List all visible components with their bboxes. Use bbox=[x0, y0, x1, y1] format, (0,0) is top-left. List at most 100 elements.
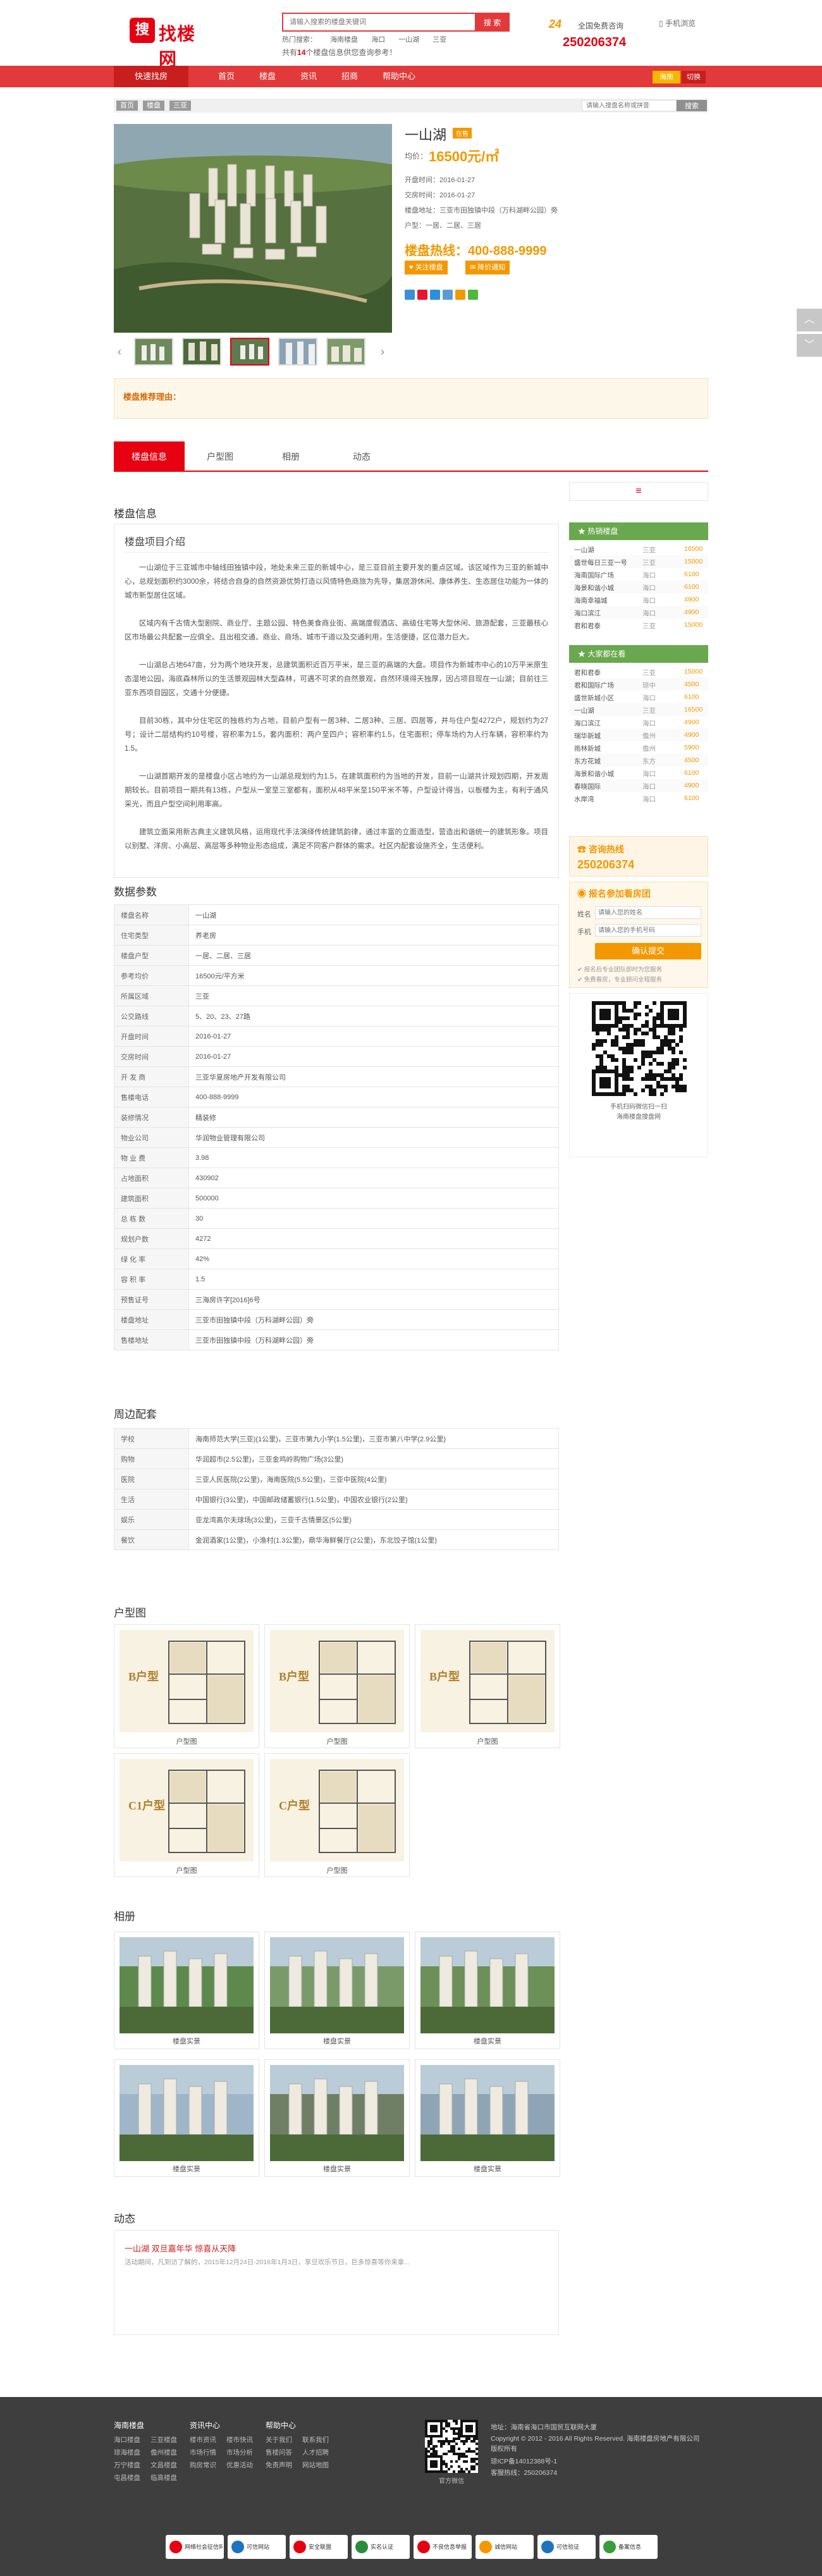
trust-badge[interactable]: 不良信息举报 bbox=[414, 2535, 472, 2559]
side-list-item[interactable]: 海景和谐小城 海口 6100 bbox=[569, 581, 708, 593]
side-list-item[interactable]: 瑞华新城 儋州 4900 bbox=[569, 729, 708, 741]
side-list-item[interactable]: 海口滨江 海口 4900 bbox=[569, 606, 708, 619]
footer-link[interactable]: 优惠活动 bbox=[226, 2460, 253, 2470]
footer-col-head[interactable]: 海南楼盘 bbox=[114, 2420, 144, 2431]
footer-col-head[interactable]: 资讯中心 bbox=[190, 2420, 220, 2431]
footer-link[interactable]: 关于我们 bbox=[266, 2435, 292, 2444]
footer-link[interactable]: 琼海楼盘 bbox=[114, 2448, 140, 2457]
side-list-item[interactable]: 一山湖 三亚 16500 bbox=[569, 703, 708, 716]
thumbnail[interactable] bbox=[326, 338, 365, 366]
thumbnail-selected[interactable] bbox=[230, 338, 269, 366]
trust-badge[interactable]: 网络社会征信网 bbox=[166, 2535, 224, 2559]
footer-link[interactable]: 海口楼盘 bbox=[114, 2435, 140, 2444]
property-search-button[interactable]: 搜索 bbox=[677, 100, 707, 111]
side-list-item[interactable]: 盛世新城小区 海口 6100 bbox=[569, 691, 708, 703]
album-card[interactable]: 楼盘实景 bbox=[264, 2059, 410, 2177]
hot-term[interactable]: 海口 bbox=[371, 36, 385, 44]
share-tencent-icon[interactable] bbox=[430, 290, 440, 300]
footer-link[interactable]: 网站地图 bbox=[302, 2460, 329, 2470]
floorplan-card[interactable]: B户型 户型图 bbox=[114, 1624, 259, 1748]
chevron-right-icon[interactable]: › bbox=[381, 345, 384, 359]
trust-badge[interactable]: 诚信网站 bbox=[475, 2535, 534, 2559]
footer-link[interactable]: 万宁楼盘 bbox=[114, 2460, 140, 2470]
trust-badge[interactable]: 安全联盟 bbox=[290, 2535, 348, 2559]
footer-link[interactable]: 售楼问答 bbox=[266, 2448, 292, 2457]
thumbnail[interactable] bbox=[182, 338, 221, 366]
main-photo[interactable] bbox=[114, 124, 392, 333]
share-douban-icon[interactable] bbox=[455, 290, 465, 300]
trust-badge[interactable]: 备案信息 bbox=[599, 2535, 658, 2559]
search-button[interactable]: 搜 索 bbox=[475, 13, 510, 32]
trust-badge[interactable]: 可信网站 bbox=[228, 2535, 286, 2559]
hot-term[interactable]: 海南楼盘 bbox=[330, 36, 358, 44]
phone-input[interactable] bbox=[595, 924, 701, 937]
price-alert-button[interactable]: ✉ 降价通知 bbox=[465, 261, 510, 274]
album-card[interactable]: 楼盘实景 bbox=[114, 1932, 259, 2049]
property-search-input[interactable] bbox=[582, 100, 677, 111]
footer-link[interactable]: 购房常识 bbox=[190, 2460, 216, 2470]
nav-item-home[interactable]: 首页 bbox=[218, 66, 235, 87]
side-list-item[interactable]: 盛世每日三亚一号 三亚 15000 bbox=[569, 555, 708, 568]
floorplan-card[interactable]: C1户型 户型图 bbox=[114, 1753, 259, 1877]
album-card[interactable]: 楼盘实景 bbox=[415, 2059, 560, 2177]
menu-icon[interactable]: ≡ bbox=[569, 482, 708, 501]
album-card[interactable]: 楼盘实景 bbox=[264, 1932, 410, 2049]
side-list-item[interactable]: 海南幸福城 海口 4900 bbox=[569, 593, 708, 606]
tab-album[interactable]: 相册 bbox=[255, 441, 326, 472]
footer-link[interactable]: 楼市资讯 bbox=[190, 2435, 216, 2444]
trust-badge[interactable]: 可信验证 bbox=[537, 2535, 596, 2559]
submit-button[interactable]: 确认提交 bbox=[595, 943, 701, 959]
nav-item-news[interactable]: 资讯 bbox=[300, 66, 317, 87]
footer-link[interactable]: 免责声明 bbox=[266, 2460, 292, 2470]
crumb-property[interactable]: 楼盘 bbox=[143, 101, 164, 111]
floorplan-card[interactable]: C户型 户型图 bbox=[264, 1753, 410, 1877]
mobile-link[interactable]: ▯ 手机浏览 bbox=[659, 18, 696, 28]
side-list-item[interactable]: 海口滨江 海口 4900 bbox=[569, 716, 708, 729]
hot-term[interactable]: 三亚 bbox=[432, 36, 446, 44]
side-list-item[interactable]: 君和君泰 三亚 15000 bbox=[569, 665, 708, 678]
album-card[interactable]: 楼盘实景 bbox=[114, 2059, 259, 2177]
footer-icp[interactable]: 琼ICP备14012388号-1 bbox=[491, 2456, 557, 2466]
side-list-item[interactable]: 海景和谐小城 海口 6100 bbox=[569, 767, 708, 779]
crumb-home[interactable]: 首页 bbox=[116, 101, 138, 111]
side-list-item[interactable]: 海南国际广场 海口 6100 bbox=[569, 568, 708, 581]
city-switch-button[interactable]: 切换 bbox=[682, 71, 706, 83]
scroll-up-button[interactable]: ︿ bbox=[797, 309, 822, 331]
chevron-left-icon[interactable]: ‹ bbox=[118, 345, 121, 359]
news-headline[interactable]: 一山湖 双旦嘉年华 惊喜从天降 bbox=[125, 2242, 236, 2254]
search-input[interactable] bbox=[282, 13, 475, 32]
footer-link[interactable]: 文昌楼盘 bbox=[150, 2460, 177, 2470]
footer-link[interactable]: 楼市快讯 bbox=[226, 2435, 253, 2444]
tab-floorplans[interactable]: 户型图 bbox=[185, 441, 255, 472]
nav-item-invest[interactable]: 招商 bbox=[341, 66, 358, 87]
nav-item-help[interactable]: 帮助中心 bbox=[383, 66, 415, 87]
name-input[interactable] bbox=[595, 906, 701, 919]
side-list-item[interactable]: 春晓国际 海口 4900 bbox=[569, 779, 708, 792]
thumbnail[interactable] bbox=[134, 338, 173, 366]
share-weibo-icon[interactable] bbox=[417, 290, 427, 300]
thumbnail[interactable] bbox=[278, 338, 317, 366]
scroll-down-button[interactable]: ﹀ bbox=[797, 334, 822, 357]
tab-info[interactable]: 楼盘信息 bbox=[114, 441, 185, 472]
crumb-city[interactable]: 三亚 bbox=[169, 101, 191, 111]
side-list-item[interactable]: 一山湖 三亚 16500 bbox=[569, 543, 708, 555]
side-list-item[interactable]: 雨林新城 儋州 5900 bbox=[569, 741, 708, 754]
share-wechat-icon[interactable] bbox=[468, 290, 478, 300]
footer-link[interactable]: 市场分析 bbox=[226, 2448, 253, 2457]
footer-link[interactable]: 临高楼盘 bbox=[150, 2473, 177, 2482]
trust-badge[interactable]: 实名认证 bbox=[352, 2535, 410, 2559]
footer-link[interactable]: 三亚楼盘 bbox=[150, 2435, 177, 2444]
share-renren-icon[interactable] bbox=[443, 290, 453, 300]
floorplan-card[interactable]: B户型 户型图 bbox=[415, 1624, 560, 1748]
footer-col-head[interactable]: 帮助中心 bbox=[266, 2420, 296, 2431]
footer-link[interactable]: 儋州楼盘 bbox=[150, 2448, 177, 2457]
hot-term[interactable]: 一山湖 bbox=[398, 36, 419, 44]
footer-link[interactable]: 人才招聘 bbox=[302, 2448, 329, 2457]
side-list-item[interactable]: 东方花城 东方 4500 bbox=[569, 754, 708, 767]
follow-button[interactable]: ♥ 关注楼盘 bbox=[405, 261, 448, 274]
site-logo[interactable]: 搜 找楼网 bbox=[130, 16, 212, 70]
floorplan-card[interactable]: B户型 户型图 bbox=[264, 1624, 410, 1748]
side-list-item[interactable]: 君和国际广场 琼中 4500 bbox=[569, 678, 708, 691]
album-card[interactable]: 楼盘实景 bbox=[415, 1932, 560, 2049]
nav-item-property[interactable]: 楼盘 bbox=[259, 66, 276, 87]
